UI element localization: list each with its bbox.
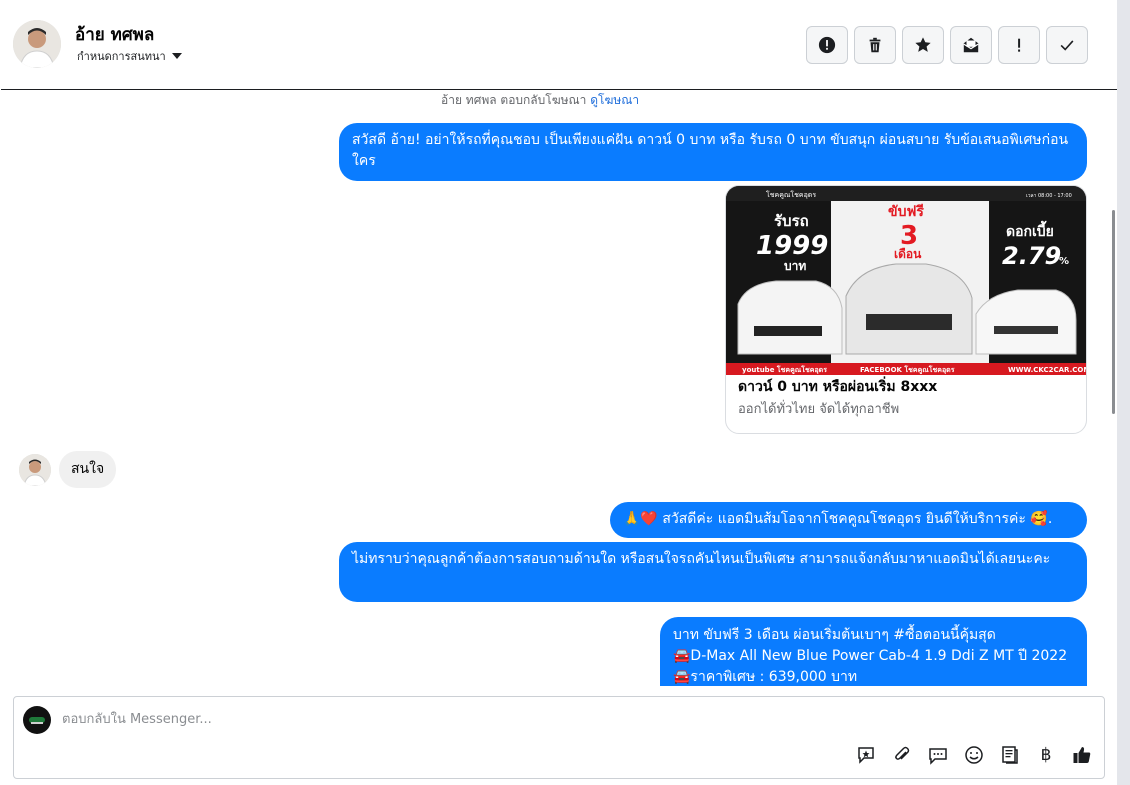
star-button[interactable] — [902, 26, 944, 64]
ad-promo-mid-unit: เดือน — [894, 247, 922, 261]
ad-promo-left-value: 1999 — [756, 231, 828, 261]
check-icon — [1060, 40, 1074, 51]
catalog-button[interactable] — [998, 743, 1022, 767]
chat-button[interactable] — [926, 743, 950, 767]
exclamation-icon — [1018, 38, 1021, 52]
conversation-actions — [806, 26, 1088, 64]
ad-promo-mid-label: ขับฟรี — [888, 204, 924, 220]
message-incoming[interactable]: สนใจ — [59, 451, 117, 488]
message-outgoing[interactable]: 🙏❤️ สวัสดีค่ะ แอดมินส้มโอจากโชคคูณโชคอุด… — [610, 502, 1087, 538]
baht-payment-icon: ฿ — [1040, 745, 1052, 765]
thread-scrollbar[interactable] — [1112, 210, 1115, 414]
trash-icon — [869, 37, 881, 53]
ad-promo-right-unit: % — [1059, 256, 1069, 267]
composer-tools: ฿ — [854, 743, 1094, 767]
mark-done-button[interactable] — [1046, 26, 1088, 64]
ad-reply-text: อ้าย ทศพล ตอบกลับโฆษณา — [441, 93, 587, 107]
ad-footer-youtube: youtube โชคคูณโชคอุดร — [742, 365, 827, 375]
window-edge — [1117, 0, 1130, 785]
conversation-header: อ้าย ทศพล กำหนดการสนทนา — [1, 1, 1117, 90]
page-avatar — [23, 706, 51, 734]
contact-avatar-small[interactable] — [19, 454, 51, 486]
assign-label: กำหนดการสนทนา — [77, 50, 166, 63]
saved-reply-button[interactable] — [854, 743, 878, 767]
envelope-open-icon — [963, 37, 979, 53]
message-text: 🙏❤️ สวัสดีค่ะ แอดมินส้มโอจากโชคคูณโชคอุด… — [623, 511, 1053, 527]
message-outgoing[interactable]: ไม่ทราบว่าคุณลูกค้าต้องการสอบถามด้านใด ห… — [339, 542, 1087, 602]
message-text-line: 🚘D-Max All New Blue Power Cab-4 1.9 Ddi … — [673, 648, 1068, 664]
chat-bubble-icon — [929, 748, 947, 765]
payment-button[interactable]: ฿ — [1034, 743, 1058, 767]
saved-reply-icon — [858, 747, 874, 764]
ad-title: ดาวน์ 0 บาท หรือผ่อนเริ่ม 8xxx — [738, 379, 938, 395]
catalog-icon — [1002, 746, 1018, 764]
assign-conversation-dropdown[interactable]: กำหนดการสนทนา — [77, 47, 182, 65]
caret-down-icon — [171, 53, 182, 59]
message-text: ไม่ทราบว่าคุณลูกค้าต้องการสอบถามด้านใด ห… — [352, 551, 1051, 567]
view-ad-link[interactable]: ดูโฆษณา — [590, 93, 639, 107]
ad-footer-website: WWW.CKC2CAR.COM — [1008, 366, 1087, 374]
delete-button[interactable] — [854, 26, 896, 64]
ad-promo-left-label: รับรถ — [774, 212, 809, 230]
ad-image[interactable]: โชคคูณโชคอุดร เวลา 08:00 - 17:00 รับรถ 1… — [726, 186, 1087, 375]
ad-hours-text: เวลา 08:00 - 17:00 — [1026, 193, 1072, 199]
message-text-line: บาท ขับฟรี 3 เดือน ผ่อนเริ่มต้นเบาๆ #ซื้… — [673, 627, 996, 643]
alert-circle-icon — [818, 36, 836, 54]
reply-input[interactable] — [62, 708, 1022, 730]
attachment-icon — [895, 746, 910, 760]
ad-subtitle: ออกได้ทั่วไทย จัดได้ทุกอาชีพ — [738, 402, 900, 417]
contact-avatar[interactable] — [13, 20, 61, 68]
like-icon — [1073, 747, 1091, 763]
ad-footer-facebook: FACEBOOK โชคคูณโชคอุดร — [860, 365, 955, 375]
message-thread[interactable]: อ้าย ทศพล ตอบกลับโฆษณา ดูโฆษณา สวัสดี อ้… — [0, 90, 1117, 686]
ad-brand-text: โชคคูณโชคอุดร — [766, 190, 816, 199]
message-outgoing[interactable]: บาท ขับฟรี 3 เดือน ผ่อนเริ่มต้นเบาๆ #ซื้… — [660, 617, 1087, 686]
report-spam-button[interactable] — [806, 26, 848, 64]
emoji-icon — [965, 746, 983, 764]
like-button[interactable] — [1070, 743, 1094, 767]
ad-promo-left-unit: บาท — [784, 259, 806, 273]
message-text-line: 🚘ราคาพิเศษ : 639,000 บาท — [673, 669, 858, 685]
message-text: สนใจ — [71, 461, 105, 477]
emoji-button[interactable] — [962, 743, 986, 767]
ad-reply-note: อ้าย ทศพล ตอบกลับโฆษณา ดูโฆษณา — [441, 91, 639, 110]
mark-unread-button[interactable] — [950, 26, 992, 64]
ad-promo-right-value: 2.79 — [1002, 242, 1061, 270]
message-outgoing[interactable]: สวัสดี อ้าย! อย่าให้รถที่คุณชอบ เป็นเพีย… — [339, 123, 1087, 181]
star-icon — [915, 37, 931, 52]
attach-file-button[interactable] — [890, 743, 914, 767]
reply-composer: ฿ — [13, 696, 1105, 779]
message-text: สวัสดี อ้าย! อย่าให้รถที่คุณชอบ เป็นเพีย… — [352, 132, 1069, 169]
ad-card[interactable]: โชคคูณโชคอุดร เวลา 08:00 - 17:00 รับรถ 1… — [725, 185, 1087, 434]
contact-name[interactable]: อ้าย ทศพล — [75, 21, 154, 48]
follow-up-button[interactable] — [998, 26, 1040, 64]
